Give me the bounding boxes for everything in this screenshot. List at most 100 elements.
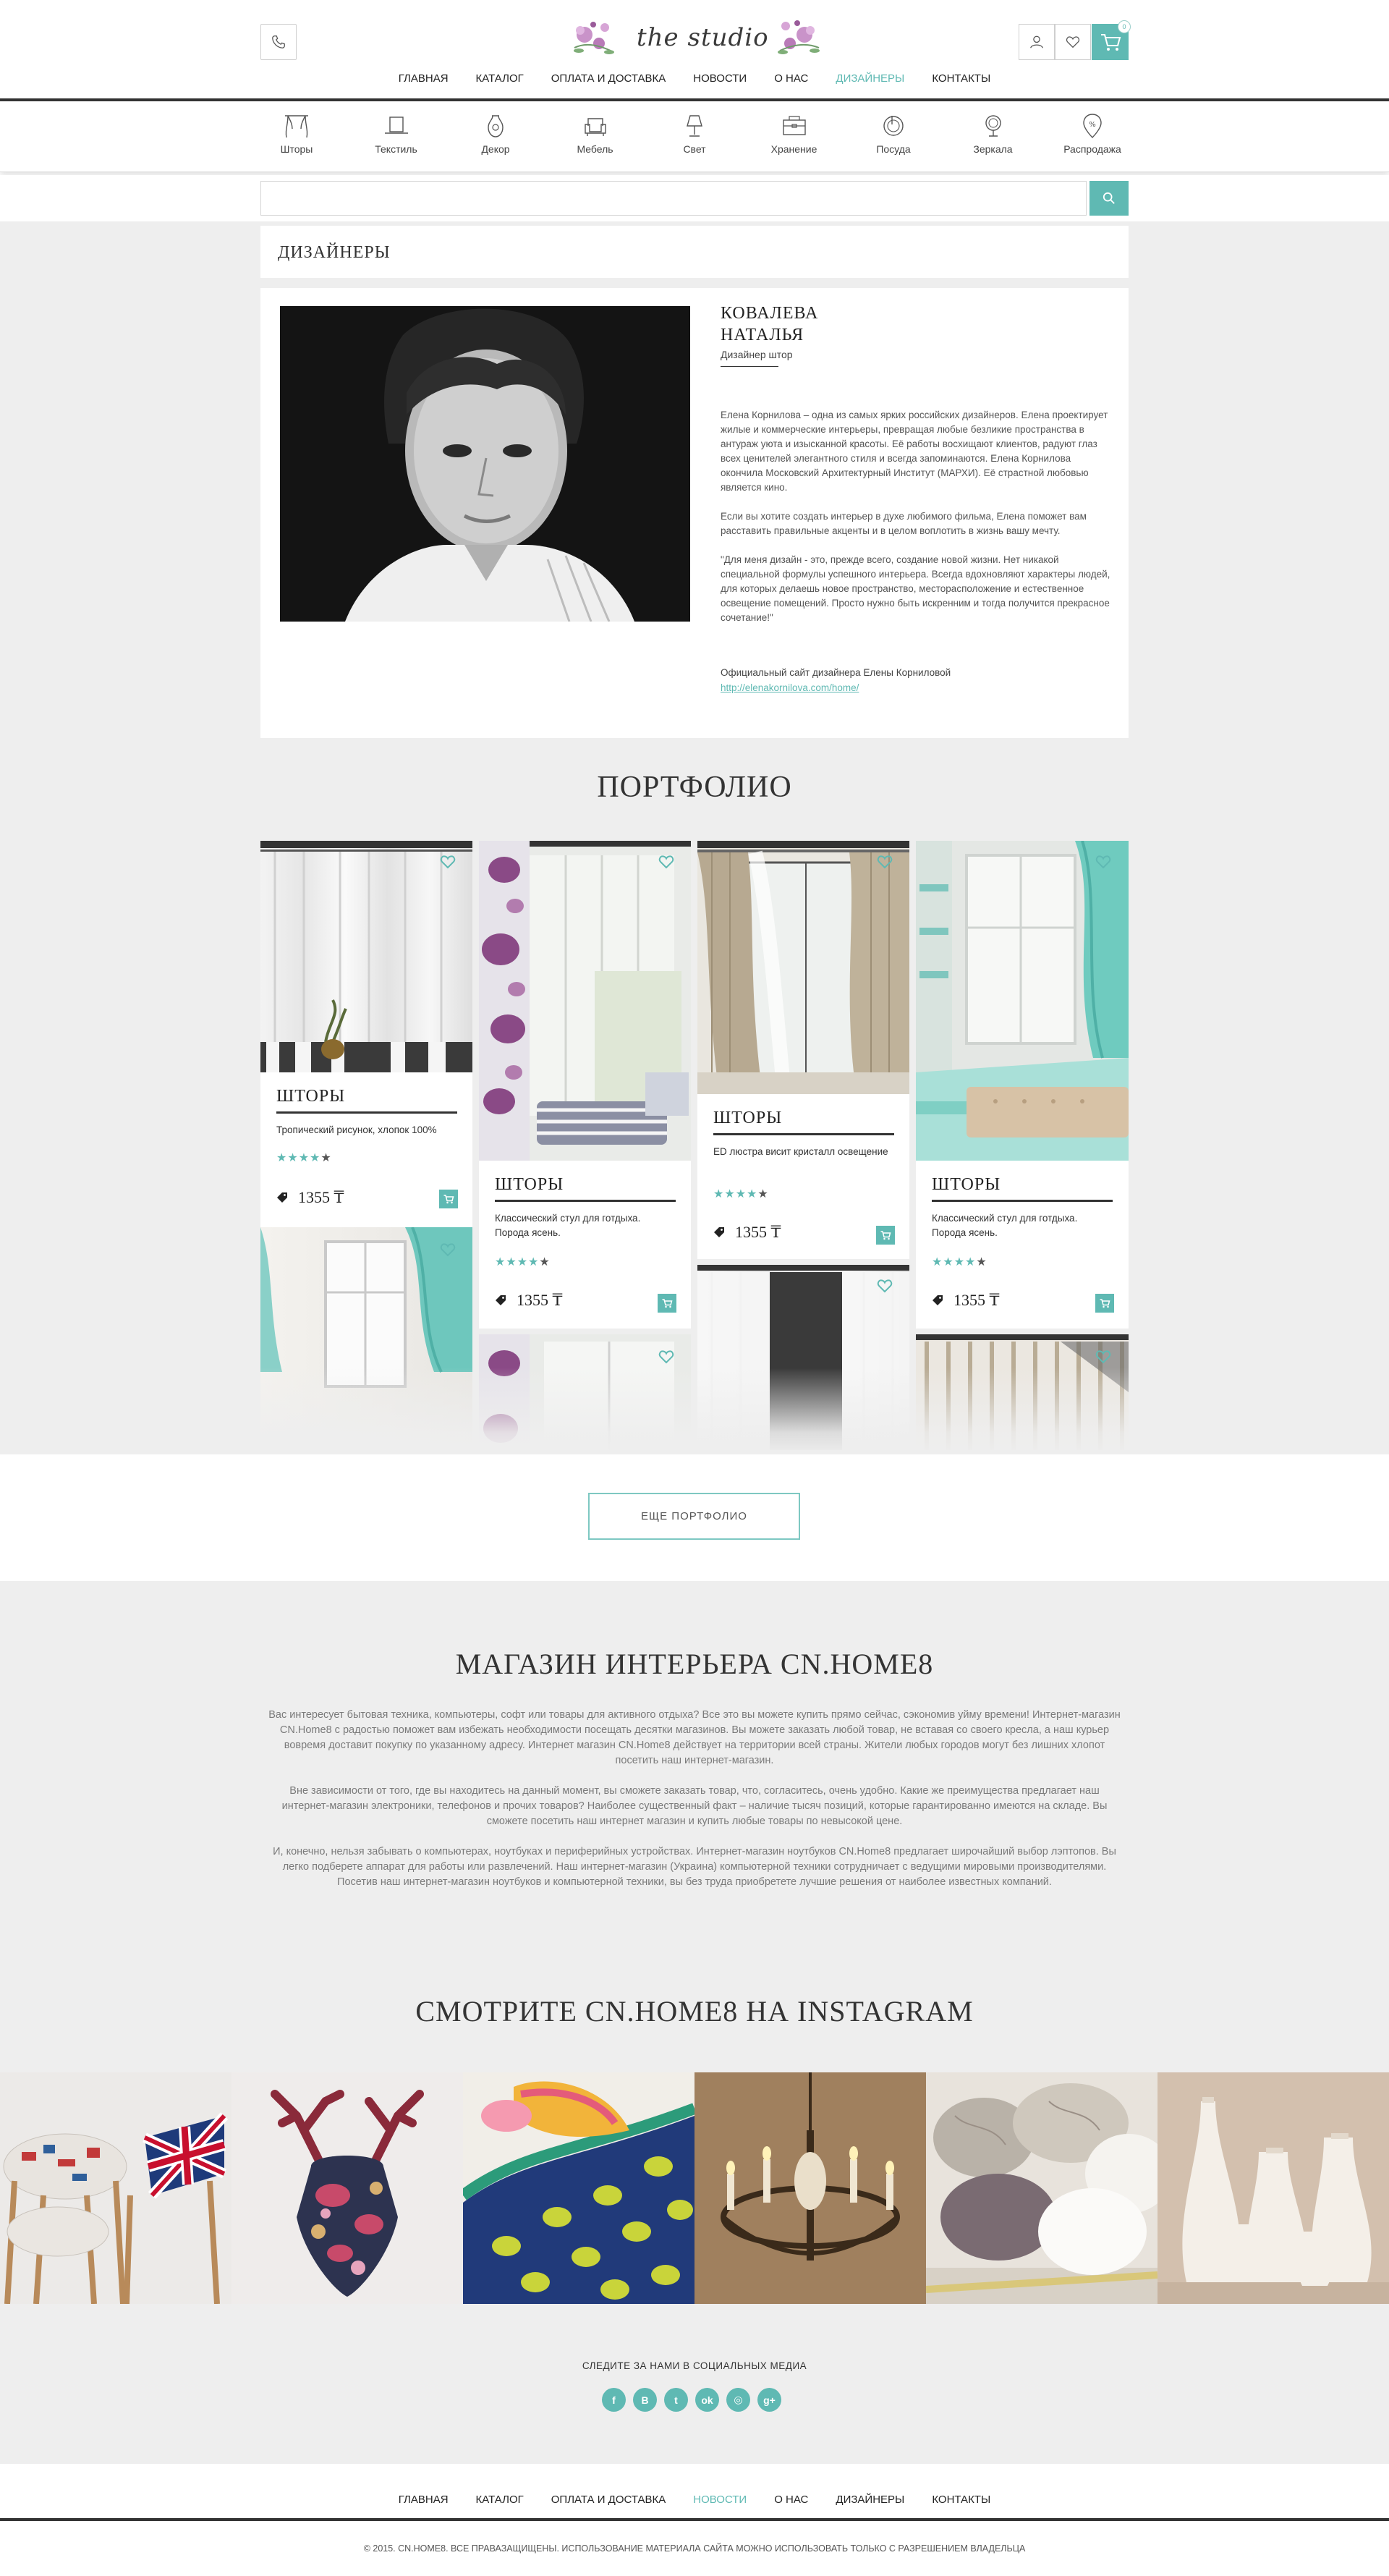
- instagram-tile-vases[interactable]: [1158, 2072, 1389, 2304]
- card-title: ШТОРЫ: [276, 1087, 346, 1106]
- facebook-icon[interactable]: f: [602, 2388, 626, 2412]
- card-description: Классический стул для готдыха. Порода яс…: [932, 1213, 1078, 1238]
- about-paragraph: Вас интересует бытовая техника, компьюте…: [268, 1709, 1121, 1766]
- instagram-tile-chandelier[interactable]: [694, 2072, 926, 2304]
- card-price: 1355 ₸: [495, 1291, 563, 1310]
- category-furniture[interactable]: Мебель: [559, 109, 632, 155]
- footer-nav-news[interactable]: НОВОСТИ: [679, 2494, 760, 2506]
- search-icon: [1103, 192, 1115, 204]
- category-decor[interactable]: Декор: [459, 109, 532, 155]
- odnoklassniki-icon[interactable]: ok: [695, 2388, 719, 2412]
- bio-paragraph: Елена Корнилова – одна из самых ярких ро…: [721, 410, 1108, 493]
- add-to-cart-button[interactable]: [1095, 1294, 1114, 1313]
- more-portfolio-button[interactable]: ЕЩЕ ПОРТФОЛИО: [588, 1493, 800, 1540]
- account-button[interactable]: [1019, 24, 1055, 60]
- category-textile[interactable]: Текстиль: [360, 109, 433, 155]
- footer-nav-about[interactable]: О НАС: [760, 2494, 822, 2506]
- portfolio-image[interactable]: [479, 841, 691, 1161]
- footer-nav-home[interactable]: ГЛАВНАЯ: [385, 2494, 462, 2506]
- portfolio-card[interactable]: ШТОРЫ Классический стул для готдыха. Пор…: [479, 1161, 691, 1329]
- search-button[interactable]: [1089, 181, 1129, 216]
- favorite-button[interactable]: [1092, 851, 1114, 873]
- price-tag-icon: [714, 1227, 724, 1237]
- nav-item-news[interactable]: НОВОСТИ: [679, 72, 760, 90]
- heart-icon: [440, 855, 456, 869]
- add-to-cart-button[interactable]: [658, 1294, 676, 1313]
- wishlist-button[interactable]: [1055, 24, 1091, 60]
- instagram-tile-pillows[interactable]: [926, 2072, 1158, 2304]
- category-sale[interactable]: % Распродажа: [1056, 109, 1129, 155]
- category-light[interactable]: Свет: [658, 109, 731, 155]
- google-plus-icon[interactable]: g+: [757, 2388, 781, 2412]
- portfolio-card[interactable]: ШТОРЫ Классический стул для готдыха. Пор…: [916, 1161, 1129, 1329]
- twitter-icon[interactable]: t: [664, 2388, 688, 2412]
- instagram-tile-stools[interactable]: [0, 2072, 232, 2304]
- designer-card: КОВАЛЕВА НАТАЛЬЯ Дизайнер штор Елена Кор…: [260, 288, 1129, 738]
- category-label: Свет: [683, 143, 706, 155]
- favorite-button[interactable]: [655, 1346, 677, 1368]
- phone-button[interactable]: [260, 24, 297, 60]
- add-to-cart-button[interactable]: [876, 1226, 895, 1245]
- nav-item-designers[interactable]: ДИЗАЙНЕРЫ: [822, 72, 918, 90]
- instagram-gallery: [0, 2072, 1389, 2304]
- nav-item-contacts[interactable]: КОНТАКТЫ: [918, 72, 1004, 90]
- favorite-button[interactable]: [437, 1239, 459, 1261]
- category-label: Зеркала: [973, 143, 1013, 155]
- logo[interactable]: the studio: [564, 13, 825, 65]
- main-nav: ГЛАВНАЯ КАТАЛОГ ОПЛАТА И ДОСТАВКА НОВОСТ…: [260, 72, 1129, 90]
- search-input[interactable]: [260, 181, 1087, 216]
- favorite-button[interactable]: [655, 851, 677, 873]
- phone-icon: [272, 35, 285, 48]
- footer-nav-contacts[interactable]: КОНТАКТЫ: [918, 2494, 1004, 2506]
- category-label: Шторы: [280, 143, 313, 155]
- card-description: Тропический рисунок, хлопок 100%: [276, 1124, 437, 1135]
- designer-bio: Елена Корнилова – одна из самых ярких ро…: [721, 408, 1111, 640]
- heart-icon: [1095, 1350, 1111, 1364]
- category-tableware[interactable]: Посуда: [857, 109, 930, 155]
- favorite-button[interactable]: [874, 1275, 896, 1297]
- favorite-button[interactable]: [1092, 1346, 1114, 1368]
- box-icon: [782, 116, 806, 135]
- favorite-button[interactable]: [874, 851, 896, 873]
- nav-item-payment-delivery[interactable]: ОПЛАТА И ДОСТАВКА: [538, 72, 680, 90]
- category-storage[interactable]: Хранение: [758, 109, 831, 155]
- nav-item-about[interactable]: О НАС: [760, 72, 822, 90]
- rating-stars: ★★★★★: [495, 1256, 551, 1268]
- instagram-tile-deer[interactable]: [232, 2072, 463, 2304]
- bio-paragraph: "Для меня дизайн - это, прежде всего, со…: [721, 554, 1110, 623]
- nav-item-catalog[interactable]: КАТАЛОГ: [462, 72, 538, 90]
- card-title: ШТОРЫ: [495, 1175, 564, 1194]
- heart-icon: [440, 1243, 456, 1257]
- designer-name-line2: НАТАЛЬЯ: [721, 326, 804, 344]
- card-description: ED люстра висит кристалл освещение: [713, 1146, 888, 1157]
- portfolio-card[interactable]: ШТОРЫ Тропический рисунок, хлопок 100% ★…: [260, 1072, 472, 1227]
- portfolio-image[interactable]: [697, 841, 909, 1094]
- category-curtains[interactable]: Шторы: [260, 109, 333, 155]
- portfolio-card[interactable]: ШТОРЫ ED люстра висит кристалл освещение…: [697, 1094, 909, 1259]
- portfolio-image[interactable]: [916, 841, 1129, 1161]
- footer-nav-catalog[interactable]: КАТАЛОГ: [462, 2494, 538, 2506]
- vk-icon[interactable]: B: [633, 2388, 657, 2412]
- add-to-cart-button[interactable]: [439, 1190, 458, 1208]
- favorite-button[interactable]: [437, 851, 459, 873]
- designer-site-link[interactable]: http://elenakornilova.com/home/: [721, 682, 859, 693]
- cart-count-badge: 0: [1118, 20, 1131, 33]
- footer-nav: ГЛАВНАЯ КАТАЛОГ ОПЛАТА И ДОСТАВКА НОВОСТ…: [260, 2494, 1129, 2506]
- designer-name: КОВАЛЕВА НАТАЛЬЯ: [721, 302, 818, 346]
- nav-item-home[interactable]: ГЛАВНАЯ: [385, 72, 462, 90]
- instagram-tile-fabric[interactable]: [463, 2072, 694, 2304]
- cart-icon: [662, 1299, 673, 1308]
- footer-nav-designers[interactable]: ДИЗАЙНЕРЫ: [822, 2494, 918, 2506]
- heart-icon: [877, 1279, 893, 1293]
- instagram-icon[interactable]: ◎: [726, 2388, 750, 2412]
- card-title: ШТОРЫ: [713, 1109, 783, 1127]
- category-bar: Шторы Текстиль Декор Мебель Свет Хранени…: [0, 101, 1389, 172]
- portfolio-image[interactable]: [260, 841, 472, 1072]
- curtains-icon: [285, 115, 308, 138]
- footer-nav-payment-delivery[interactable]: ОПЛАТА И ДОСТАВКА: [538, 2494, 680, 2506]
- about-heading: МАГАЗИН ИНТЕРЬЕРА CN.Home8: [455, 1648, 934, 1680]
- cart-icon: [443, 1195, 454, 1204]
- category-label: Мебель: [577, 143, 613, 155]
- search-bar: [0, 175, 1389, 221]
- category-mirrors[interactable]: Зеркала: [957, 109, 1029, 155]
